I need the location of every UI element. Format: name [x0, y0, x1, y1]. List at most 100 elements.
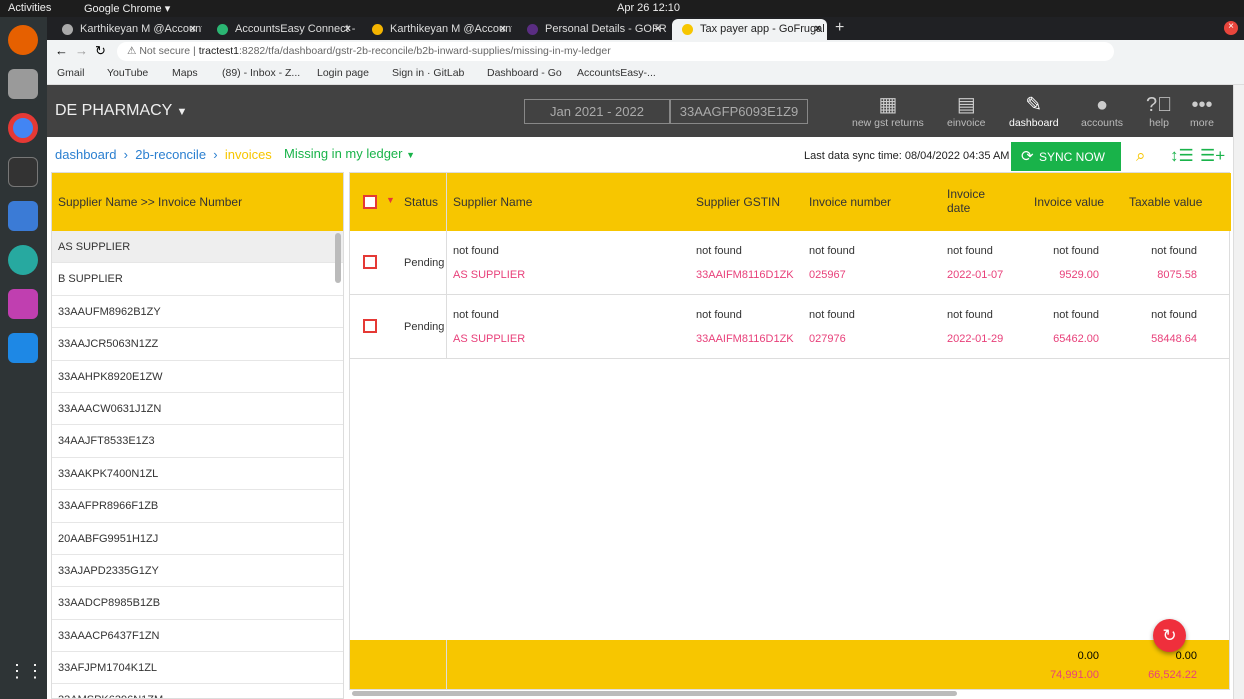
- nav-new-gst-returns[interactable]: ▦ new gst returns: [852, 93, 924, 129]
- select-all-checkbox[interactable]: [363, 195, 377, 209]
- browser-tab[interactable]: Personal Details - GOFRU ×: [517, 19, 667, 40]
- bookmark[interactable]: (89) - Inbox - Z...: [222, 67, 300, 79]
- ledger-cell: not found: [696, 309, 742, 321]
- app-menu[interactable]: Google Chrome ▾: [84, 2, 170, 15]
- close-tab-icon[interactable]: ×: [190, 23, 196, 35]
- row-checkbox[interactable]: [363, 255, 377, 269]
- search-icon[interactable]: ⌕: [1136, 146, 1146, 166]
- supplier-list-item[interactable]: 33AMSPK6396N1ZM: [52, 684, 343, 698]
- back-icon[interactable]: ←: [55, 43, 68, 58]
- sync-now-button[interactable]: ⟳ SYNC NOW: [1011, 142, 1121, 171]
- company-selector[interactable]: DE PHARMACY ▼: [55, 102, 187, 120]
- ledger-cell: not found: [696, 245, 742, 257]
- firefox-icon[interactable]: [8, 25, 38, 55]
- breadcrumb-2b-reconcile[interactable]: 2b-reconcile: [135, 147, 206, 162]
- bookmark[interactable]: YouTube: [107, 67, 148, 79]
- supplier-list-item[interactable]: 33AAJCR5063N1ZZ: [52, 328, 343, 361]
- forward-icon[interactable]: →: [75, 43, 88, 58]
- col-supplier-gstin[interactable]: Supplier GSTIN: [696, 195, 780, 209]
- clock[interactable]: Apr 26 12:10: [617, 2, 680, 14]
- col-status[interactable]: Status: [404, 195, 438, 209]
- new-tab-button[interactable]: +: [835, 19, 844, 37]
- files-icon[interactable]: [8, 69, 38, 99]
- bookmark[interactable]: Sign in · GitLab: [392, 67, 464, 79]
- supplier-list-item[interactable]: 33AAKPK7400N1ZL: [52, 458, 343, 491]
- close-tab-icon[interactable]: ×: [815, 23, 821, 35]
- gstin-selector[interactable]: 33AAGFP6093E1Z9: [670, 99, 808, 124]
- supplier-list-item[interactable]: 33AAACP6437F1ZN: [52, 620, 343, 653]
- col-supplier-name[interactable]: Supplier Name: [453, 195, 532, 209]
- divider: [446, 295, 447, 358]
- table-row[interactable]: Pending not found AS SUPPLIER not found 33A…: [350, 295, 1229, 359]
- supplier-list-item[interactable]: 33AAHPK8920E1ZW: [52, 361, 343, 393]
- col-invoice-value[interactable]: Invoice value: [1034, 195, 1104, 209]
- page-scrollbar[interactable]: [1233, 85, 1244, 699]
- supplier-list-item[interactable]: B SUPPLIER: [52, 263, 343, 296]
- close-tab-icon[interactable]: ×: [655, 23, 661, 35]
- browser-tab[interactable]: Karthikeyan M @Account ×: [52, 19, 202, 40]
- filter-dropdown[interactable]: Missing in my ledger ▼: [284, 146, 415, 161]
- refresh-button[interactable]: ↻: [1153, 619, 1186, 652]
- nav-help[interactable]: ?⃝ help: [1146, 93, 1172, 129]
- os-top-bar: Activities Google Chrome ▾ Apr 26 12:10: [0, 0, 1244, 17]
- supplier-list-item[interactable]: 20AABFG9951H1ZJ: [52, 523, 343, 555]
- col-invoice-number[interactable]: Invoice number: [809, 195, 891, 209]
- reload-icon[interactable]: ↻: [95, 43, 106, 59]
- activities-button[interactable]: Activities: [8, 2, 51, 14]
- browser-tab-active[interactable]: Tax payer app - GoFrugal ×: [672, 19, 827, 40]
- browser-tab[interactable]: Karthikeyan M @Account ×: [362, 19, 512, 40]
- ledger-cell: not found: [809, 245, 855, 257]
- ledger-cell: not found: [1053, 245, 1099, 257]
- text-editor-icon[interactable]: [8, 201, 38, 231]
- ledger-cell: not found: [453, 245, 499, 257]
- intellij-icon[interactable]: [8, 289, 38, 319]
- portal-cell: 33AAIFM8116D1ZK: [696, 333, 794, 345]
- bookmark[interactable]: Login page: [317, 67, 369, 79]
- bookmark[interactable]: Dashboard - Go: [487, 67, 562, 79]
- chrome-icon[interactable]: [8, 113, 38, 143]
- col-taxable-value[interactable]: Taxable value: [1129, 195, 1202, 209]
- close-tab-icon[interactable]: ×: [500, 23, 506, 35]
- caret-down-icon[interactable]: ▼: [386, 195, 395, 205]
- bookmark[interactable]: Maps: [172, 67, 198, 79]
- document-icon: ▤: [956, 94, 976, 116]
- supplier-list-item[interactable]: 33AAACW0631J1ZN: [52, 393, 343, 426]
- nav-einvoice[interactable]: ▤ einvoice: [947, 93, 986, 129]
- pencil-icon: ✎: [1025, 94, 1043, 116]
- portal-cell: 027976: [809, 333, 846, 345]
- horizontal-scrollbar[interactable]: [352, 691, 957, 696]
- browser-tab[interactable]: AccountsEasy Connect - P ×: [207, 19, 357, 40]
- grid-icon: ▦: [878, 94, 898, 116]
- supplier-list-item[interactable]: 33AADCP8985B1ZB: [52, 587, 343, 620]
- supplier-list-item[interactable]: 33AFJPM1704K1ZL: [52, 652, 343, 685]
- bookmark[interactable]: Gmail: [57, 67, 84, 79]
- table-row[interactable]: Pending not found AS SUPPLIER not found 33A…: [350, 231, 1229, 295]
- terminal-icon[interactable]: [8, 157, 38, 187]
- close-tab-icon[interactable]: ×: [345, 23, 351, 35]
- apps-grid-icon[interactable]: ⋮⋮⋮: [8, 661, 62, 691]
- nav-more[interactable]: ••• more: [1190, 93, 1214, 129]
- nav-accounts[interactable]: ● accounts: [1081, 93, 1123, 129]
- portal-cell: AS SUPPLIER: [453, 333, 526, 345]
- col-invoice-date[interactable]: Invoice date: [947, 187, 997, 215]
- sort-icon[interactable]: ↕☰: [1170, 146, 1194, 166]
- breadcrumb: dashboard › 2b-reconcile › invoices: [55, 147, 272, 162]
- supplier-list-item[interactable]: 33AAFPR8966F1ZB: [52, 490, 343, 523]
- row-checkbox[interactable]: [363, 319, 377, 333]
- vscode-icon[interactable]: [8, 333, 38, 363]
- supplier-list-item[interactable]: AS SUPPLIER: [52, 231, 343, 264]
- supplier-list-item[interactable]: 33AAUFM8962B1ZY: [52, 296, 343, 329]
- ledger-cell: not found: [947, 309, 993, 321]
- supplier-list-item[interactable]: 33AJAPD2335G1ZY: [52, 555, 343, 588]
- bookmark[interactable]: AccountsEasy-...: [577, 67, 656, 79]
- supplier-list-item[interactable]: 34AAJFT8533E1Z3: [52, 425, 343, 458]
- scrollbar[interactable]: [335, 233, 341, 283]
- breadcrumb-dashboard[interactable]: dashboard: [55, 147, 116, 162]
- url-input[interactable]: ⚠ Not secure | tractest1:8282/tfa/dashbo…: [117, 42, 1114, 61]
- period-selector[interactable]: Jan 2021 - 2022: [524, 99, 670, 124]
- tab-strip: Karthikeyan M @Account × AccountsEasy Con…: [47, 17, 1244, 40]
- remote-desktop-icon[interactable]: [8, 245, 38, 275]
- nav-dashboard[interactable]: ✎ dashboard: [1009, 93, 1059, 129]
- window-close-button[interactable]: ×: [1224, 21, 1238, 35]
- add-list-icon[interactable]: ☰+: [1200, 146, 1225, 166]
